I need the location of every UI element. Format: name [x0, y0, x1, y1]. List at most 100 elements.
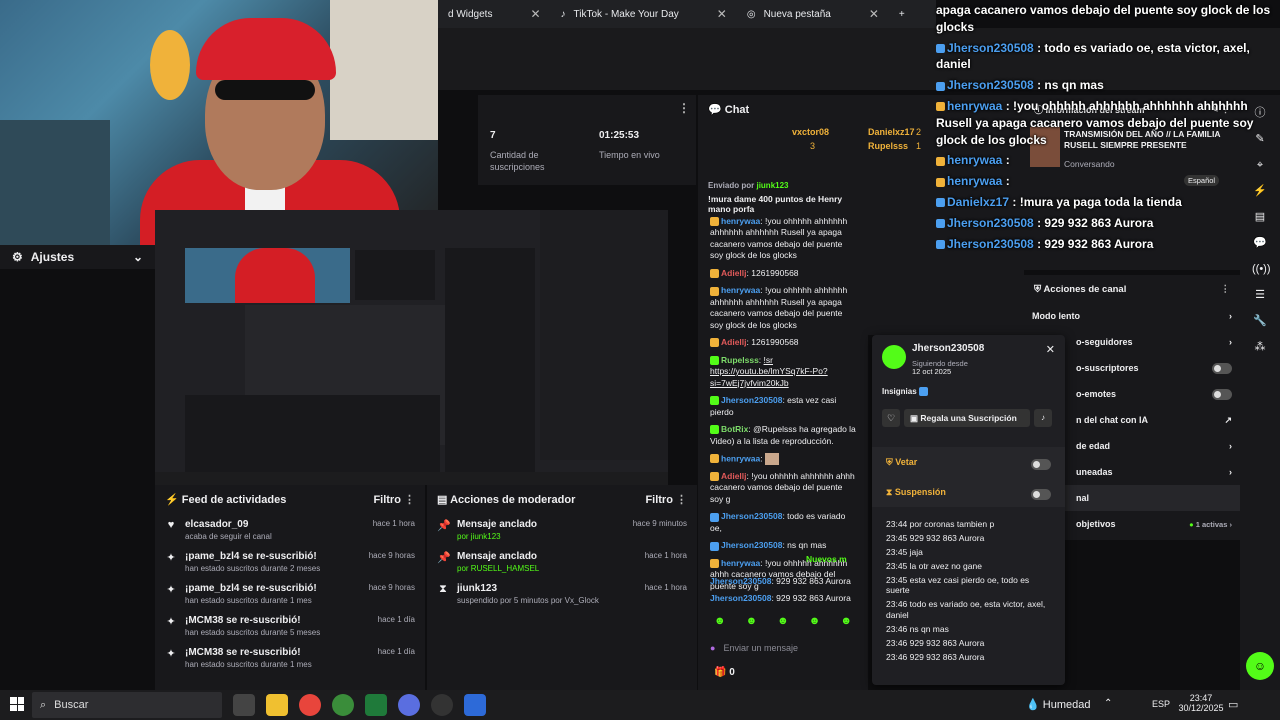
feed-item-time: hace 9 horas [368, 551, 415, 560]
live-time-label: Tiempo en vivo [599, 150, 660, 160]
list-item: ⧗ jiunk123 suspendido por 5 minutos por V… [427, 577, 697, 609]
badge-icon [710, 269, 719, 279]
more-icon[interactable]: ⋮ [676, 494, 687, 506]
app-icon[interactable] [464, 694, 486, 716]
shield-icon: ⛨ [886, 457, 893, 467]
badge-icon [710, 338, 719, 348]
emote-icon[interactable]: ☻ [746, 615, 758, 627]
broadcast-icon[interactable]: ((•)) [1252, 261, 1271, 277]
notifications-icon[interactable]: ▭ [1228, 698, 1238, 711]
chat-username[interactable]: Jherson230508 [721, 511, 782, 521]
chat-username[interactable]: henrywaa [721, 216, 760, 226]
modact-time: hace 9 minutos [632, 519, 687, 528]
emote-icon[interactable]: ☻ [777, 615, 789, 627]
points-counter[interactable]: 🎁 0 [714, 667, 735, 678]
more-icon[interactable]: ⋮ [678, 101, 690, 115]
badge-icon [936, 102, 945, 112]
chat-username[interactable]: BotRix [721, 424, 748, 434]
queue-icon[interactable]: ☰ [1252, 287, 1268, 303]
feed-filter-button[interactable]: Filtro [373, 494, 401, 506]
chat-username[interactable]: henrywaa [721, 453, 760, 463]
file-explorer-icon[interactable] [266, 694, 288, 716]
badge-icon [710, 454, 719, 464]
badge-icon [710, 355, 719, 365]
pinned-user[interactable]: jiunk123 [756, 181, 788, 190]
language-indicator[interactable]: ESP [1152, 699, 1170, 709]
chat-username[interactable]: Jherson230508 [710, 576, 771, 586]
feed-item-title: ¡pame_bzl4 se re-suscribió! [185, 583, 317, 594]
shield-icon: ⛨ [1034, 283, 1042, 295]
windows-logo-square [17, 704, 24, 711]
row-label: n del chat con IA [1076, 415, 1149, 425]
chat-fab-icon[interactable]: ☺ [1246, 652, 1274, 680]
history-line: 23:46 929 932 863 Aurora [886, 637, 985, 648]
new-messages-banner[interactable]: Nuevos m [806, 554, 847, 564]
new-tab-button[interactable]: + [889, 0, 915, 28]
chat-username[interactable]: Adiellj [721, 337, 747, 347]
suspend-toggle[interactable] [1031, 489, 1051, 500]
more-icon[interactable]: ⋮ [404, 494, 415, 506]
slow-mode-row[interactable]: Modo lento › [1024, 303, 1240, 329]
windows-start-icon[interactable] [10, 697, 24, 711]
more-icon[interactable]: ⋮ [1221, 284, 1231, 295]
veto-toggle[interactable] [1031, 459, 1051, 470]
task-view-icon[interactable] [233, 694, 255, 716]
gift-label: Regala una Suscripción [920, 413, 1017, 423]
mic-button[interactable]: ♪ [1034, 409, 1052, 427]
chat-username[interactable]: Adiellj [721, 471, 747, 481]
settings-bar[interactable]: ⚙ Ajustes ⌄ [0, 245, 155, 269]
close-tab-icon[interactable]: ✕ [530, 7, 540, 21]
overlay-line: henrywaa : [936, 150, 1280, 171]
stream-stats: 7 Cantidad de suscripciones 01:25:53 Tie… [478, 95, 696, 185]
chat-username[interactable]: Adiellj [721, 268, 747, 278]
close-tab-icon[interactable]: ✕ [717, 7, 727, 21]
overlay-text: : [1005, 174, 1010, 189]
close-icon[interactable]: ✕ [1046, 343, 1055, 356]
chat-username[interactable]: Jherson230508 [721, 540, 782, 550]
taskbar-search[interactable]: ⌕ Buscar [32, 692, 222, 718]
chat-username[interactable]: henrywaa [721, 285, 760, 295]
weather-widget[interactable]: 💧 Humedad [1026, 698, 1090, 711]
empty-area [0, 269, 155, 690]
clock[interactable]: 23:47 30/12/2025 [1176, 693, 1226, 713]
windows-logo-square [17, 697, 24, 704]
obs-icon[interactable] [431, 694, 453, 716]
gift-sub-button[interactable]: ▣ Regala una Suscripción [904, 409, 1030, 427]
feed-title: Feed de actividades [181, 493, 287, 506]
tray-chevron-icon[interactable]: ⌃ [1104, 698, 1112, 709]
chat-username[interactable]: Jherson230508 [710, 593, 771, 603]
modacts-filter-button[interactable]: Filtro [645, 494, 673, 506]
tools-icon[interactable]: 🔧 [1252, 313, 1268, 329]
discord-icon[interactable] [398, 694, 420, 716]
chevron-down-icon[interactable]: ⌄ [133, 250, 143, 264]
emote-icon[interactable]: ☻ [714, 615, 726, 627]
close-tab-icon[interactable]: ✕ [869, 7, 879, 21]
row-label: o-suscriptores [1076, 363, 1139, 373]
moderator-actions: ▤ Acciones de moderador Filtro ⋮ 📌 Mensa… [427, 485, 697, 690]
overlay-text: : ns qn mas [1037, 78, 1104, 93]
heart-button[interactable]: ♡ [882, 409, 900, 427]
top-user-2[interactable]: Danielxz17 [868, 127, 915, 137]
top-user-3[interactable]: Rupelsss [868, 141, 908, 151]
browser-tab-widgets[interactable]: d Widgets ✕ [438, 0, 551, 28]
browser-tab-tiktok[interactable]: ♪ TikTok - Make Your Day ✕ [551, 0, 737, 28]
preview-person [235, 248, 315, 303]
emote-icon[interactable]: ☻ [809, 615, 821, 627]
chat-input[interactable]: ● Enviar un mensaje [710, 637, 868, 659]
mic-icon[interactable]: ● [710, 643, 715, 653]
toggle[interactable] [1212, 362, 1232, 374]
chat-username[interactable]: Rupelsss [721, 355, 759, 365]
chrome-icon[interactable] [299, 694, 321, 716]
nodes-icon[interactable]: ⁂ [1252, 339, 1268, 355]
chat-text: 929 932 863 Aurora [776, 593, 851, 604]
toggle[interactable] [1212, 388, 1232, 400]
top-user-1[interactable]: vxctor08 [792, 127, 829, 137]
browser-tab-new[interactable]: ◎ Nueva pestaña ✕ [737, 0, 889, 28]
emote-icon[interactable]: ☻ [840, 615, 852, 627]
excel-icon[interactable] [365, 694, 387, 716]
chat-username[interactable]: henrywaa [721, 558, 760, 568]
live-time: 01:25:53 [599, 130, 640, 141]
overlay-user: Jherson230508 [947, 40, 1034, 55]
chat-username[interactable]: Jherson230508 [721, 395, 782, 405]
chrome-profile-icon[interactable] [332, 694, 354, 716]
